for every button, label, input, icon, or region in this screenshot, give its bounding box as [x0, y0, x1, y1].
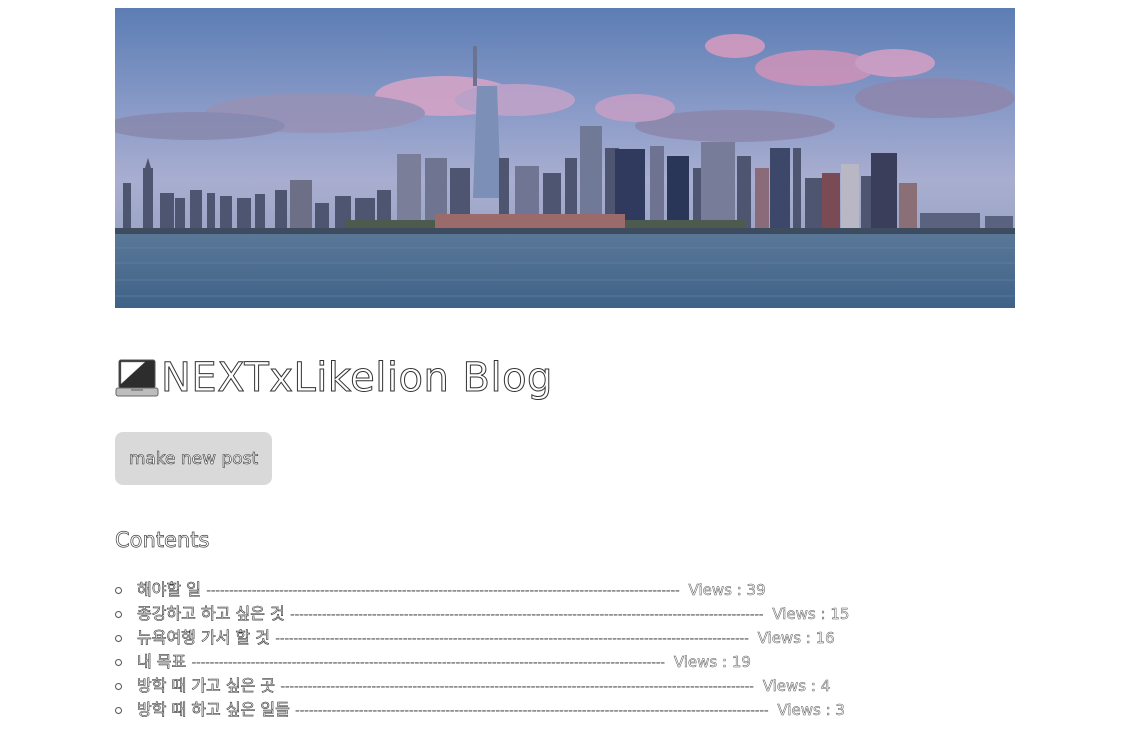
views-count: Views : 3 [777, 701, 845, 720]
banner-image [115, 8, 1015, 308]
make-new-post-button[interactable]: make new post [115, 432, 272, 485]
separator-dashes: ----------------------------------------… [275, 631, 749, 647]
list-item: 내 목표 -----------------------------------… [115, 650, 849, 674]
views-count: Views : 4 [762, 677, 831, 696]
post-link[interactable]: 뉴욕여행 가서 할 것 [137, 628, 271, 648]
views-count: Views : 16 [757, 629, 835, 648]
post-link[interactable]: 종강하고 하고 싶은 것 [137, 604, 285, 624]
laptop-icon [115, 359, 159, 397]
bullet-icon [115, 635, 122, 642]
post-link[interactable]: 해야할 일 [137, 580, 202, 600]
separator-dashes: ----------------------------------------… [191, 655, 665, 671]
views-count: Views : 19 [673, 653, 752, 672]
skyline-image [115, 8, 1015, 308]
separator-dashes: ----------------------------------------… [294, 703, 769, 719]
post-link[interactable]: 방학 때 하고 싶은 일들 [137, 700, 290, 720]
list-item: 종강하고 하고 싶은 것 ---------------------------… [115, 602, 850, 626]
bullet-icon [115, 611, 122, 618]
separator-dashes: ----------------------------------------… [280, 679, 754, 695]
post-list: 해야할 일 ----------------------------------… [115, 578, 850, 722]
bullet-icon [115, 683, 122, 690]
contents-heading: Contents [115, 528, 210, 553]
post-link[interactable]: 방학 때 가고 싶은 곳 [137, 676, 276, 696]
separator-dashes: ----------------------------------------… [289, 607, 764, 623]
bullet-icon [115, 659, 122, 666]
views-count: Views : 15 [772, 605, 850, 624]
views-count: Views : 39 [688, 581, 766, 600]
bullet-icon [115, 707, 122, 714]
list-item: 뉴욕여행 가서 할 것 ----------------------------… [115, 626, 849, 650]
list-item: 방학 때 가고 싶은 곳 ---------------------------… [115, 674, 849, 698]
page-title-row: NEXTxLikelion Blog [115, 352, 553, 404]
blog-page: NEXTxLikelion Blog make new post Content… [0, 0, 1138, 736]
list-item: 해야할 일 ----------------------------------… [115, 578, 849, 602]
bullet-icon [115, 587, 122, 594]
page-title: NEXTxLikelion Blog [161, 355, 553, 401]
post-link[interactable]: 내 목표 [137, 652, 187, 672]
list-item: 방학 때 하고 싶은 일들 --------------------------… [115, 698, 849, 722]
separator-dashes: ----------------------------------------… [206, 583, 680, 599]
